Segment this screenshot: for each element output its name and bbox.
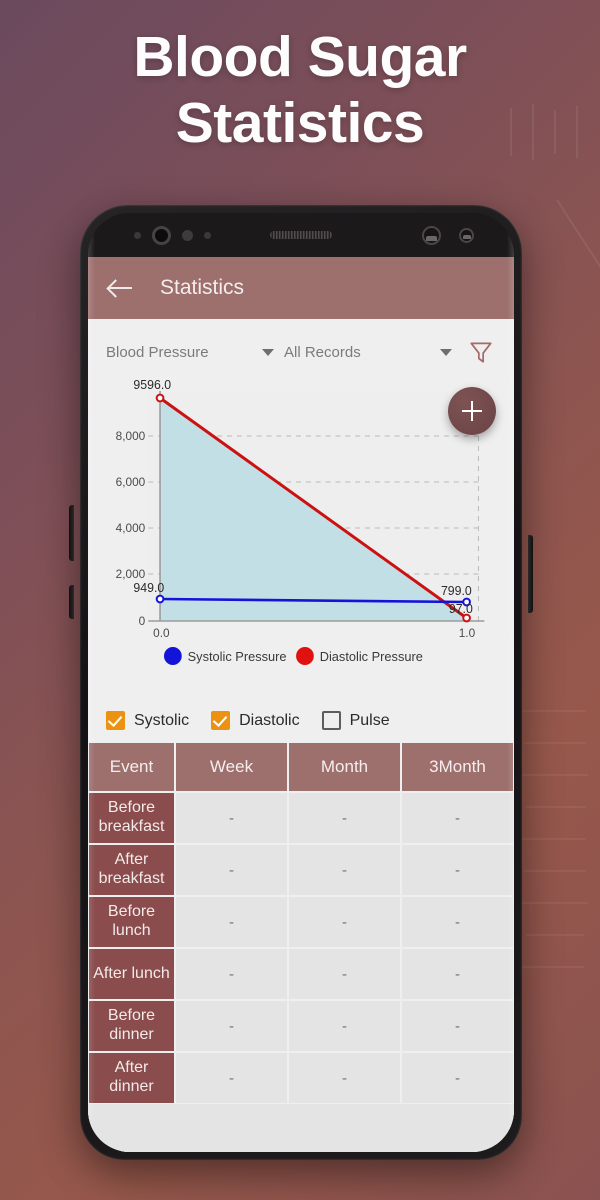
volume-button[interactable] — [69, 505, 74, 561]
range-dropdown-value: All Records — [284, 343, 361, 361]
table-row[interactable]: After lunch - - - — [88, 948, 514, 1000]
table-row[interactable]: Before dinner - - - — [88, 1000, 514, 1052]
svg-text:2,000: 2,000 — [116, 567, 146, 581]
checkbox-systolic-label: Systolic — [134, 711, 190, 729]
row-week-value: - — [175, 896, 288, 948]
page-title: Blood Sugar Statistics — [0, 24, 600, 156]
checkbox-diastolic[interactable] — [211, 711, 231, 730]
metric-dropdown-value: Blood Pressure — [106, 343, 209, 361]
svg-text:97.0: 97.0 — [449, 602, 473, 616]
row-month-value: - — [288, 1000, 401, 1052]
row-3month-value: - — [401, 948, 514, 1000]
table-row[interactable]: After dinner - - - — [88, 1052, 514, 1104]
front-camera-icon — [152, 225, 171, 245]
screen-content: Blood Pressure All Records 0 2,000 4,000… — [88, 319, 514, 1152]
app-bar: Statistics — [88, 257, 514, 319]
row-week-value: - — [175, 948, 288, 1000]
svg-text:8,000: 8,000 — [116, 429, 146, 443]
app-bar-title: Statistics — [160, 276, 245, 299]
checkbox-systolic[interactable] — [106, 711, 125, 730]
phone-mockup: Statistics Blood Pressure All Records 0 … — [69, 205, 533, 1160]
row-event-label: After breakfast — [88, 844, 175, 896]
table-row[interactable]: Before breakfast - - - — [88, 792, 514, 844]
row-event-label: Before lunch — [88, 896, 175, 948]
checkbox-diastolic-label: Diastolic — [239, 711, 300, 729]
row-week-value: - — [175, 1000, 288, 1052]
row-3month-value: - — [401, 1052, 514, 1104]
sensor-dot-icon — [204, 231, 211, 239]
metric-dropdown[interactable]: Blood Pressure — [106, 344, 274, 361]
column-header-3month: 3Month — [401, 742, 514, 792]
row-3month-value: - — [401, 1000, 514, 1052]
row-week-value: - — [175, 1052, 288, 1104]
series-toggle-row: Systolic Diastolic Pulse — [88, 703, 514, 742]
chevron-down-icon — [262, 348, 274, 356]
statistics-table: Event Week Month 3Month Before breakfast… — [88, 742, 514, 1152]
back-arrow-icon[interactable] — [108, 275, 134, 301]
row-event-label: After lunch — [88, 948, 175, 1000]
row-3month-value: - — [401, 844, 514, 896]
table-header-row: Event Week Month 3Month — [88, 742, 514, 792]
blood-pressure-chart: 0 2,000 4,000 6,000 8,000 0.0 1.0 9596.0… — [116, 378, 485, 665]
svg-text:Diastolic Pressure: Diastolic Pressure — [320, 649, 423, 664]
svg-text:4,000: 4,000 — [116, 521, 146, 535]
svg-text:9596.0: 9596.0 — [133, 378, 171, 392]
filter-funnel-icon[interactable] — [468, 339, 494, 365]
svg-text:1.0: 1.0 — [459, 626, 476, 640]
page-title-line-1: Blood Sugar — [133, 25, 467, 89]
proximity-sensor-icon — [459, 227, 474, 243]
checkbox-pulse-label: Pulse — [349, 711, 390, 729]
chart-container: 0 2,000 4,000 6,000 8,000 0.0 1.0 9596.0… — [88, 373, 514, 703]
row-week-value: - — [175, 792, 288, 844]
row-month-value: - — [288, 948, 401, 1000]
row-week-value: - — [175, 844, 288, 896]
svg-text:Systolic Pressure: Systolic Pressure — [188, 649, 287, 664]
add-record-fab[interactable] — [448, 387, 496, 435]
row-3month-value: - — [401, 896, 514, 948]
column-header-month: Month — [288, 742, 401, 792]
row-month-value: - — [288, 1052, 401, 1104]
svg-text:949.0: 949.0 — [133, 581, 164, 595]
power-button[interactable] — [528, 535, 533, 613]
assistant-button[interactable] — [69, 585, 74, 619]
column-header-event: Event — [88, 742, 175, 792]
row-month-value: - — [288, 844, 401, 896]
checkbox-pulse[interactable] — [321, 711, 341, 730]
sensor-dot-icon — [182, 229, 193, 241]
svg-text:0: 0 — [139, 614, 146, 628]
sensor-dot-icon — [134, 231, 141, 239]
chevron-down-icon — [440, 348, 452, 356]
svg-text:799.0: 799.0 — [441, 584, 472, 598]
row-event-label: Before breakfast — [88, 792, 175, 844]
phone-sensor-bar — [88, 213, 514, 257]
table-row[interactable]: Before lunch - - - — [88, 896, 514, 948]
range-dropdown[interactable]: All Records — [284, 344, 452, 361]
column-header-week: Week — [175, 742, 288, 792]
row-month-value: - — [288, 792, 401, 844]
row-event-label: Before dinner — [88, 1000, 175, 1052]
page-title-line-2: Statistics — [175, 91, 425, 156]
app-screen: Statistics Blood Pressure All Records 0 … — [88, 257, 514, 1152]
table-row[interactable]: After breakfast - - - — [88, 844, 514, 896]
svg-text:0.0: 0.0 — [153, 626, 170, 640]
row-3month-value: - — [401, 792, 514, 844]
row-month-value: - — [288, 896, 401, 948]
iris-scanner-icon — [422, 225, 441, 245]
filter-row: Blood Pressure All Records — [88, 319, 514, 373]
svg-text:6,000: 6,000 — [116, 475, 146, 489]
earpiece-speaker-icon — [270, 231, 332, 239]
row-event-label: After dinner — [88, 1052, 175, 1104]
